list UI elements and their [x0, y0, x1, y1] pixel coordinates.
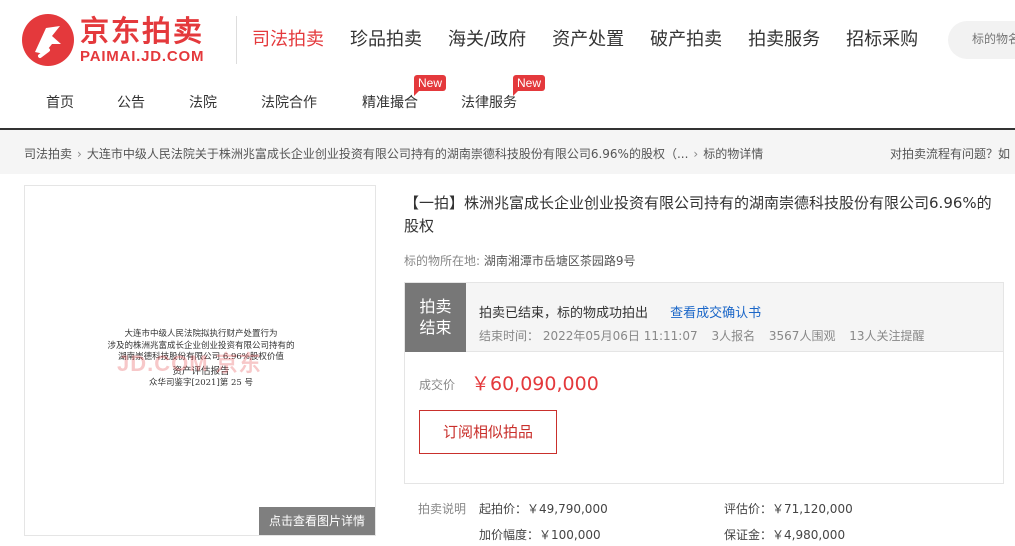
chevron-right-icon: ›	[693, 147, 699, 161]
main-nav-judicial[interactable]: 司法拍卖	[252, 28, 324, 52]
process-help-link[interactable]: 对拍卖流程有问题？如	[890, 145, 1010, 162]
view-image-detail-button[interactable]: 点击查看图片详情	[259, 507, 375, 535]
start-price: 起拍价：￥49,790,000	[479, 502, 608, 516]
subscribe-similar-button[interactable]: 订阅相似拍品	[419, 410, 557, 454]
item-title: 【一拍】株洲兆富成长企业创业投资有限公司持有的湖南崇德科技股份有限公司6.96%…	[404, 194, 992, 235]
breadcrumb-item: 标的物详情	[703, 147, 764, 161]
status-tag: 拍卖 结束	[405, 283, 466, 352]
onlooker-count: 3567人围观	[768, 329, 836, 343]
logo-text-cn: 京东拍卖	[80, 14, 205, 48]
new-badge: New	[414, 75, 447, 96]
sub-nav-court-coop[interactable]: 法院合作	[261, 92, 317, 112]
status-header: 拍卖 结束 拍卖已结束，标的物成功拍出 查看成交确认书 结束时间： 2022年0…	[405, 283, 1003, 352]
sub-nav-matching-label: 精准撮合	[362, 95, 418, 111]
main-nav-treasure[interactable]: 珍品拍卖	[350, 28, 422, 52]
item-location: 标的物所在地: 湖南湘潭市岳塘区茶园路9号	[404, 252, 636, 269]
status-tag-line: 拍卖	[419, 297, 452, 316]
main-nav: 司法拍卖 珍品拍卖 海关/政府 资产处置 破产拍卖 拍卖服务 招标采购	[252, 28, 944, 52]
reminder-count: 13人关注提醒	[849, 329, 925, 343]
logo-text-en: PAIMAI.JD.COM	[80, 48, 205, 65]
search-box	[948, 21, 1015, 59]
logo-mark-icon	[22, 14, 74, 66]
terms-label: 拍卖说明	[418, 502, 467, 516]
breadcrumb-item[interactable]: 司法拍卖	[24, 147, 72, 161]
deposit: 保证金：￥4,980,000	[724, 528, 846, 542]
auction-status-card: 拍卖 结束 拍卖已结束，标的物成功拍出 查看成交确认书 结束时间： 2022年0…	[404, 282, 1004, 484]
item-image[interactable]: 大连市中级人民法院拟执行财产处置行为 涉及的株洲兆富成长企业创业投资有限公司持有…	[24, 185, 376, 536]
end-time: 结束时间： 2022年05月06日 11:11:07	[479, 329, 698, 343]
sub-nav: 首页 公告 法院 法院合作 精准撮合 New 法律服务 New	[0, 75, 1015, 118]
breadcrumb: 司法拍卖 › 大连市中级人民法院关于株洲兆富成长企业创业投资有限公司持有的湖南崇德科…	[24, 145, 763, 162]
sub-nav-legal[interactable]: 法律服务 New	[461, 75, 546, 112]
status-message-row: 拍卖已结束，标的物成功拍出 查看成交确认书	[479, 302, 761, 321]
deal-price-label: 成交价	[419, 378, 456, 392]
sub-nav-court[interactable]: 法院	[189, 92, 217, 112]
main-nav-asset[interactable]: 资产处置	[552, 28, 624, 52]
view-confirmation-link[interactable]: 查看成交确认书	[670, 306, 761, 321]
breadcrumb-bar: 司法拍卖 › 大连市中级人民法院关于株洲兆富成长企业创业投资有限公司持有的湖南崇德科…	[0, 130, 1015, 174]
deal-price: ￥60,090,000	[471, 373, 599, 395]
logo-divider	[236, 16, 237, 64]
chevron-right-icon: ›	[77, 147, 82, 161]
bid-increment: 加价幅度：￥100,000	[479, 528, 601, 542]
search-input[interactable]	[972, 32, 1015, 46]
doc-line: 众华司鉴字[2021]第 25 号	[149, 378, 253, 388]
sub-nav-home[interactable]: 首页	[46, 92, 74, 112]
sub-nav-matching[interactable]: 精准撮合 New	[362, 75, 447, 112]
logo[interactable]: 京东拍卖 PAIMAI.JD.COM	[22, 14, 222, 66]
breadcrumb-item[interactable]: 大连市中级人民法院关于株洲兆富成长企业创业投资有限公司持有的湖南崇德科技股份有限…	[87, 147, 689, 161]
doc-line: 大连市中级人民法院拟执行财产处置行为	[124, 329, 278, 339]
main-nav-customs[interactable]: 海关/政府	[448, 28, 526, 52]
status-message: 拍卖已结束，标的物成功拍出	[479, 306, 649, 321]
sub-nav-legal-label: 法律服务	[461, 95, 517, 111]
new-badge: New	[513, 75, 546, 96]
sub-nav-notice[interactable]: 公告	[117, 92, 145, 112]
main-nav-service[interactable]: 拍卖服务	[748, 28, 820, 52]
jd-watermark: JD.COM 京东	[117, 351, 262, 376]
location-label: 标的物所在地:	[404, 254, 481, 268]
appraisal-price: 评估价：￥71,120,000	[724, 502, 853, 516]
signup-count: 3人报名	[711, 329, 756, 343]
main-nav-tender[interactable]: 招标采购	[846, 28, 918, 52]
main-nav-bankruptcy[interactable]: 破产拍卖	[650, 28, 722, 52]
status-tag-line: 结束	[419, 318, 452, 337]
status-meta: 结束时间： 2022年05月06日 11:11:07 3人报名 3567人围观 …	[479, 327, 935, 344]
location-value: 湖南湘潭市岳塘区茶园路9号	[483, 254, 636, 268]
